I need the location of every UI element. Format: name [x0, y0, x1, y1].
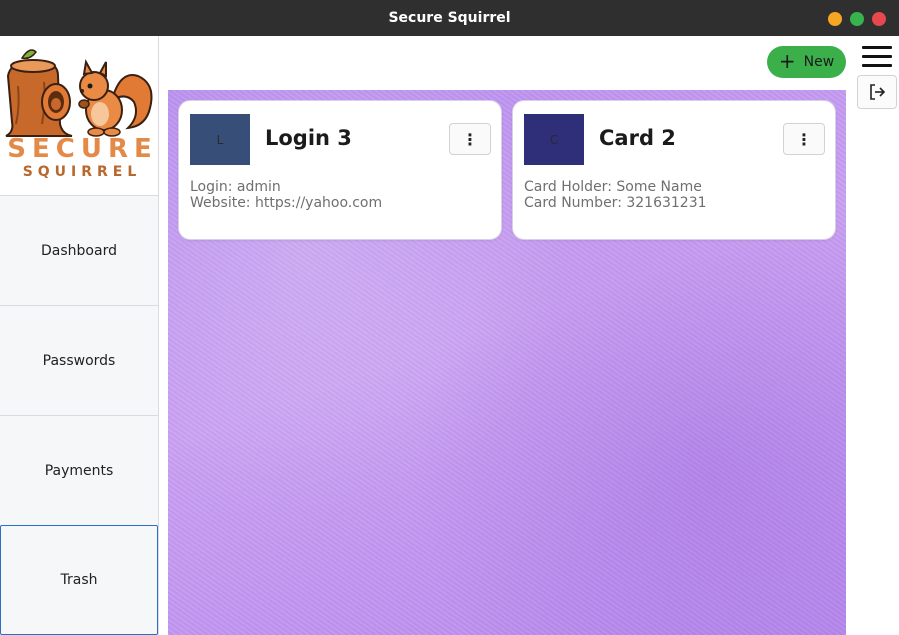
- sidebar-item-label: Trash: [60, 572, 98, 588]
- main-area: + New L Login 3 ⋮ Login: admin Website: …: [160, 36, 899, 635]
- logout-button[interactable]: [857, 75, 897, 109]
- sidebar: SECURE SQUIRREL Dashboard Passwords Paym…: [0, 36, 159, 635]
- sidebar-item-label: Payments: [44, 462, 114, 479]
- more-vertical-icon[interactable]: ⋮: [449, 123, 491, 155]
- squirrel-logo-icon: [5, 49, 153, 137]
- avatar-letter: L: [216, 132, 224, 147]
- window-controls: [828, 12, 886, 26]
- card-detail-line: Card Holder: Some Name: [524, 179, 702, 195]
- sidebar-item-passwords[interactable]: Passwords: [0, 305, 158, 415]
- new-button-label: New: [803, 54, 835, 70]
- sidebar-item-trash[interactable]: Trash: [0, 525, 158, 635]
- item-avatar: C: [524, 114, 584, 165]
- card-detail-line: Card Number: 321631231: [524, 195, 707, 211]
- new-button[interactable]: + New: [767, 46, 846, 78]
- item-avatar: L: [190, 114, 250, 165]
- hamburger-icon[interactable]: [862, 46, 892, 68]
- plus-icon: +: [778, 49, 796, 73]
- card-detail-line: Website: https://yahoo.com: [190, 195, 383, 211]
- logo-text-secure: SECURE: [7, 134, 158, 164]
- more-vertical-icon[interactable]: ⋮: [783, 123, 825, 155]
- sidebar-item-label: Dashboard: [41, 242, 117, 259]
- avatar-letter: C: [549, 132, 559, 147]
- vault-items-panel: L Login 3 ⋮ Login: admin Website: https:…: [168, 90, 846, 635]
- logout-icon: [870, 84, 886, 100]
- card-title: Login 3: [265, 126, 352, 150]
- sidebar-item-dashboard[interactable]: Dashboard: [0, 195, 158, 305]
- card-detail-line: Login: admin: [190, 179, 281, 195]
- minimize-button[interactable]: [828, 12, 842, 26]
- vault-item-card[interactable]: L Login 3 ⋮ Login: admin Website: https:…: [178, 100, 502, 240]
- maximize-button[interactable]: [850, 12, 864, 26]
- card-title: Card 2: [599, 126, 676, 150]
- sidebar-item-payments[interactable]: Payments: [0, 415, 158, 525]
- window-titlebar: Secure Squirrel: [0, 0, 899, 36]
- vault-item-card[interactable]: C Card 2 ⋮ Card Holder: Some Name Card N…: [512, 100, 836, 240]
- logo-text-squirrel: SQUIRREL: [22, 164, 142, 180]
- close-button[interactable]: [872, 12, 886, 26]
- sidebar-item-label: Passwords: [42, 352, 116, 369]
- app-logo: SECURE SQUIRREL: [0, 36, 158, 195]
- window-title: Secure Squirrel: [388, 10, 511, 26]
